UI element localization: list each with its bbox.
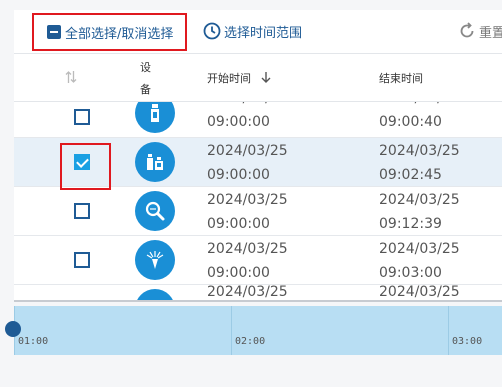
row-checkbox[interactable]	[74, 109, 90, 125]
table-header: 设 备 开始时间 结束时间	[14, 53, 502, 102]
start-date: 2024/03/25	[207, 192, 288, 208]
tick-label: 02:00	[235, 336, 266, 347]
table-row[interactable]: 2024/03/25 09:00:00 2024/03/25 09:03:00	[14, 236, 502, 285]
start-date: 2024/03/25	[207, 241, 288, 257]
table-row[interactable]: 2024/03/25 2024/03/25	[14, 284, 502, 300]
end-date: 2024/03/25	[379, 102, 460, 110]
start-time: 09:00:00	[207, 216, 270, 232]
device-avatar	[135, 142, 175, 182]
end-date: 2024/03/25	[379, 241, 460, 257]
table-row[interactable]: 2024/03/25 09:00:00 2024/03/25 09:00:40	[14, 102, 502, 138]
reset-button[interactable]: 重置	[458, 20, 502, 42]
table-row[interactable]: 2024/03/25 09:00:00 2024/03/25 09:02:45	[14, 138, 502, 190]
row-checkbox[interactable]	[74, 252, 90, 268]
end-date: 2024/03/25	[379, 192, 460, 208]
device-avatar	[135, 289, 175, 300]
end-time-header[interactable]: 结束时间	[379, 70, 423, 86]
tick-line	[231, 306, 232, 355]
end-date: 2024/03/25	[379, 284, 460, 300]
reset-label: 重置	[479, 25, 502, 41]
reset-icon	[460, 22, 474, 38]
select-all-label: 全部选择/取消选择	[65, 26, 174, 42]
device-header-line1: 设	[140, 61, 151, 74]
device-avatar	[135, 191, 175, 231]
timeline[interactable]: 01:00 02:00 03:00	[14, 306, 502, 355]
start-time-header[interactable]: 开始时间	[207, 70, 251, 86]
device-header-line2: 备	[140, 83, 151, 96]
device-avatar	[135, 102, 175, 133]
end-date: 2024/03/25	[379, 143, 460, 159]
tick-label: 03:00	[452, 336, 483, 347]
start-date: 2024/03/25	[207, 143, 288, 159]
sort-down-icon[interactable]	[260, 71, 272, 83]
timeline-track	[14, 300, 502, 302]
start-date: 2024/03/25	[207, 102, 288, 110]
device-avatar	[135, 240, 175, 280]
end-time: 09:02:45	[379, 167, 442, 183]
table-body: 2024/03/25 09:00:00 2024/03/25 09:00:40 …	[14, 102, 502, 300]
tick-label: 01:00	[18, 336, 49, 347]
magnifier-icon	[145, 201, 165, 221]
minus-checkbox-icon	[47, 25, 61, 39]
timeline-handle[interactable]	[5, 321, 21, 337]
data-panel: 全部选择/取消选择 选择时间范围 重置 设 备 开始时间 结束时间 09:00:…	[14, 10, 502, 300]
highlight-box	[60, 143, 111, 190]
start-time: 09:00:00	[207, 167, 270, 183]
bottle-icon	[151, 104, 159, 122]
time-range-label: 选择时间范围	[224, 25, 303, 41]
time-range-button[interactable]: 选择时间范围	[203, 20, 302, 42]
row-checkbox[interactable]	[74, 203, 90, 219]
end-time: 09:00:40	[379, 114, 442, 130]
bottles-icon	[147, 154, 163, 170]
toolbar: 全部选择/取消选择 选择时间范围 重置	[14, 10, 502, 53]
clock-icon	[203, 22, 221, 40]
sort-both-icon[interactable]	[65, 70, 77, 84]
end-time: 09:12:39	[379, 216, 442, 232]
table-row[interactable]: 2024/03/25 09:00:00 2024/03/25 09:12:39	[14, 187, 502, 236]
spray-icon	[146, 251, 164, 269]
select-all-button[interactable]: 全部选择/取消选择	[32, 13, 187, 51]
start-time: 09:00:00	[207, 114, 270, 130]
tick-line	[448, 306, 449, 355]
start-date: 2024/03/25	[207, 284, 288, 300]
